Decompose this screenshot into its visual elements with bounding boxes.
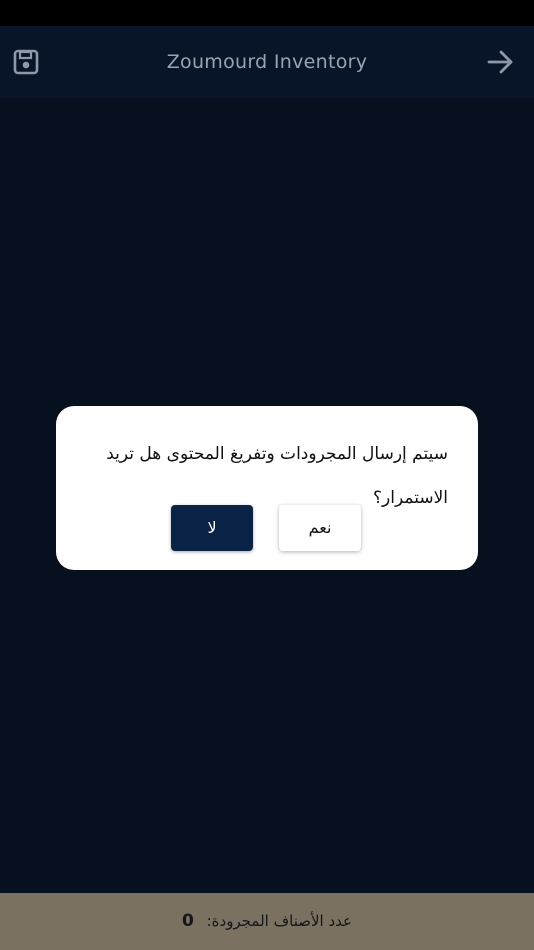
page-title: Zoumourd Inventory [166, 51, 368, 73]
status-bar [0, 0, 534, 26]
forward-button[interactable] [486, 48, 516, 76]
confirm-dialog: سيتم إرسال المجرودات وتفريغ المحتوى هل ت… [56, 406, 478, 570]
counted-items-label: عدد الأصناف المجرودة: [206, 912, 352, 930]
yes-button[interactable]: نعم [279, 505, 361, 551]
app-header: Zoumourd Inventory [0, 26, 534, 98]
counted-items-summary: عدد الأصناف المجرودة: 0 [0, 893, 534, 950]
arrow-right-icon [487, 50, 513, 74]
footer-bar: عدد الأصناف المجرودة: 0 [0, 893, 534, 950]
dialog-message: سيتم إرسال المجرودات وتفريغ المحتوى هل ت… [106, 444, 448, 508]
counted-items-count: 0 [182, 911, 194, 931]
no-button[interactable]: لا [171, 505, 253, 551]
